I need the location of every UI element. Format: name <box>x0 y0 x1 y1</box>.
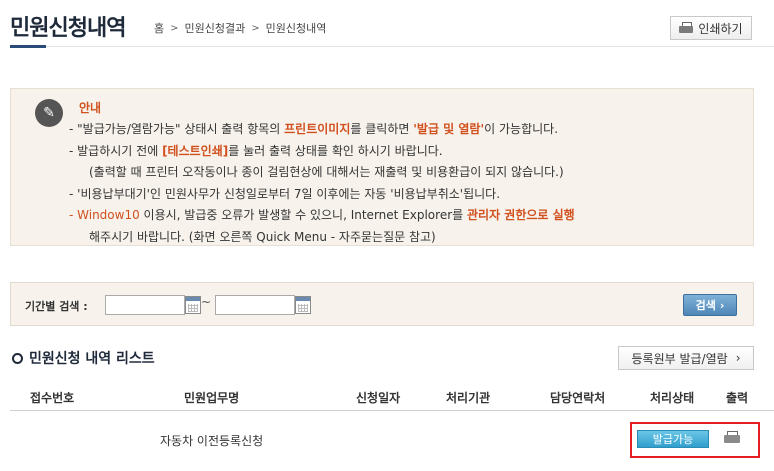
notice-text-segment: 이용시, 발급중 오류가 발생할 수 있으니, Internet Explore… <box>139 208 467 222</box>
chevron-right-icon: › <box>719 298 725 312</box>
notice-line-3: (출력할 때 프린터 오작동이나 종이 걸림현상에 대해서는 재출력 및 비용환… <box>89 165 564 179</box>
page-title: 민원신청내역 <box>10 16 126 41</box>
notice-text-segment: 이 가능합니다. <box>484 122 559 136</box>
printer-icon[interactable] <box>724 431 740 445</box>
chevron-right-icon: > <box>251 22 260 34</box>
chevron-right-icon: > <box>170 22 179 34</box>
breadcrumb: 홈 > 민원신청결과 > 민원신청내역 <box>154 20 326 36</box>
range-tilde: ~ <box>201 295 212 309</box>
search-button-label: 검색 <box>695 299 716 312</box>
circle-icon <box>12 352 23 364</box>
print-button[interactable]: 인쇄하기 <box>670 16 752 40</box>
chevron-right-icon: › <box>735 351 741 365</box>
column-header-status: 처리상태 <box>650 391 695 405</box>
notice-text-segment: - "발급가능/열람가능" 상태시 출력 항목의 <box>69 122 285 136</box>
registration-issue-label: 등록원부 발급/열람 <box>631 351 728 366</box>
print-button-label: 인쇄하기 <box>698 21 743 36</box>
calendar-icon[interactable] <box>185 296 201 314</box>
column-header-output: 출력 <box>726 391 749 405</box>
list-title-text: 민원신청 내역 리스트 <box>29 351 155 367</box>
notice-line-2: - 발급하시기 전에 [테스트인쇄]를 눌러 출력 상태를 확인 하시기 바랍니… <box>69 141 575 163</box>
task-name-cell: 자동차 이전등록신청 <box>160 434 264 448</box>
start-date-input[interactable] <box>105 295 185 315</box>
notice-text: - "발급가능/열람가능" 상태시 출력 항목의 프린트이미지를 클릭하면 '발… <box>69 119 575 248</box>
header-divider <box>10 46 774 47</box>
column-header-task-name: 민원업무명 <box>184 391 240 405</box>
notice-text-segment: 를 눌러 출력 상태를 확인 하시기 바랍니다. <box>228 143 443 158</box>
table-header: 접수번호 민원업무명 신청일자 처리기관 담당연락처 처리상태 출력 <box>10 384 774 408</box>
notice-line-4: - '비용납부대기'인 민원사무가 신청일로부터 7일 이후에는 자동 '비용납… <box>69 186 501 201</box>
search-label: 기간별 검색 : <box>25 300 88 313</box>
notice-highlight: 관리자 권한으로 실행 <box>467 208 575 222</box>
notice-title: 안내 <box>79 101 102 115</box>
notice-highlight: [테스트인쇄] <box>162 143 229 158</box>
notice-icon: ✎ <box>35 99 63 127</box>
notice-line-6: 해주시기 바랍니다. (화면 오른쪽 Quick Menu - 자주묻는질문 참… <box>89 229 436 244</box>
breadcrumb-result[interactable]: 민원신청결과 <box>185 20 246 36</box>
printer-icon <box>679 22 694 34</box>
column-header-date: 신청일자 <box>356 391 401 405</box>
notice-highlight: 프린트이미지 <box>284 122 351 136</box>
list-title: 민원신청 내역 리스트 <box>12 348 155 368</box>
column-header-contact: 담당연락처 <box>550 391 606 405</box>
notice-text-segment: 를 클릭하면 <box>350 122 414 136</box>
column-header-receipt-no: 접수번호 <box>30 391 75 405</box>
issue-available-button[interactable]: 발급가능 <box>637 430 709 448</box>
registration-issue-button[interactable]: 등록원부 발급/열람 › <box>618 346 754 370</box>
table-header-divider <box>10 410 774 411</box>
calendar-icon[interactable] <box>295 296 311 314</box>
notice-text-segment: - 발급하시기 전에 <box>69 143 163 158</box>
search-button[interactable]: 검색 › <box>683 294 737 316</box>
breadcrumb-home[interactable]: 홈 <box>154 20 164 36</box>
notice-highlight: '발급 및 열람' <box>413 122 485 136</box>
title-underline <box>10 45 46 48</box>
notice-line-1: - "발급가능/열람가능" 상태시 출력 항목의 프린트이미지를 클릭하면 '발… <box>69 119 575 141</box>
notice-highlight: - Window10 <box>69 208 140 222</box>
end-date-input[interactable] <box>215 295 295 315</box>
breadcrumb-current: 민원신청내역 <box>265 22 327 35</box>
search-bar: 기간별 검색 : ~ 검색 › <box>10 282 754 326</box>
notice-line-5: - Window10 이용시, 발급중 오류가 발생할 수 있으니, Inter… <box>69 205 575 227</box>
column-header-agency: 처리기관 <box>446 391 491 405</box>
notice-box: ✎ 안내 - "발급가능/열람가능" 상태시 출력 항목의 프린트이미지를 클릭… <box>10 88 754 246</box>
